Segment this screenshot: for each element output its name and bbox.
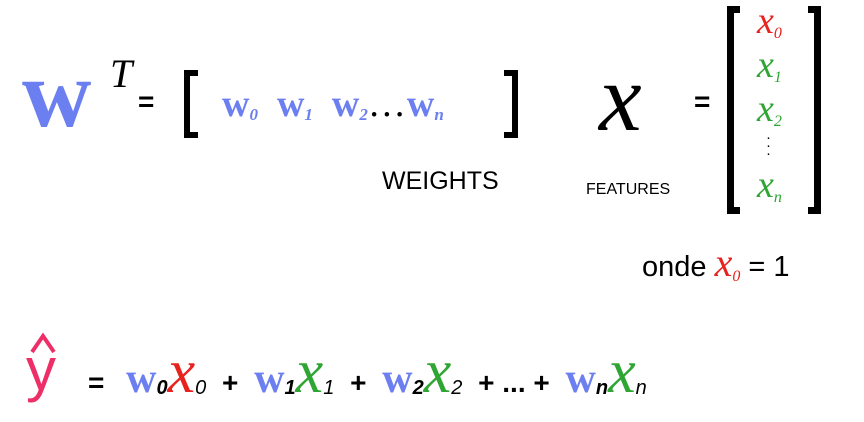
plus-2: + [350, 367, 367, 398]
transpose-superscript: T [110, 51, 133, 96]
row-vector-left-bracket [184, 70, 198, 138]
plus-1: + [222, 367, 239, 398]
note-prefix: onde [642, 251, 707, 283]
prediction-ellipsis: ... [502, 367, 526, 398]
prediction-equals: = [88, 367, 105, 398]
term-w2: w2 [382, 356, 424, 402]
weights-ellipsis: … [367, 83, 407, 125]
weight-w0: w0 [222, 83, 258, 125]
term-wn: wn [565, 356, 609, 402]
term-x0: x0 [167, 338, 207, 406]
feature-xn: xn [757, 164, 782, 206]
term-x1: x1 [295, 338, 335, 406]
vertical-ellipsis: · · · [766, 129, 771, 162]
plus-4: + [533, 367, 550, 398]
note-suffix: = 1 [748, 251, 790, 283]
note-x0: x0 [714, 240, 741, 286]
weight-wn: wn [406, 83, 444, 125]
weight-w1: w1 [276, 83, 313, 125]
weight-w2: w2 [331, 83, 368, 125]
column-vector-left-bracket [727, 6, 740, 214]
prediction-equation: = w0x0 + w1x1 + w2x2 + ... + wnxn [88, 340, 647, 420]
weights-label: WEIGHTS [382, 167, 499, 195]
weight-vector-symbol: w [22, 40, 92, 147]
y-hat-symbol: y [22, 332, 62, 404]
features-label: FEATURES [586, 181, 671, 198]
term-w1: w1 [254, 356, 296, 402]
equals-sign-weights: = [138, 86, 155, 117]
term-w0: w0 [126, 356, 168, 402]
term-x2: x2 [423, 338, 463, 406]
x0-definition-note: onde x0 = 1 [642, 243, 790, 297]
feature-vector-symbol: x [599, 44, 642, 151]
y-letter: y [26, 336, 56, 403]
plus-3: + [478, 367, 495, 398]
equals-sign-features: = [694, 86, 711, 117]
row-vector-right-bracket [504, 70, 518, 138]
weights-row-vector: w0 w1 w2…wn [222, 82, 444, 137]
column-vector-right-bracket [808, 6, 821, 214]
term-xn: xn [608, 338, 647, 406]
